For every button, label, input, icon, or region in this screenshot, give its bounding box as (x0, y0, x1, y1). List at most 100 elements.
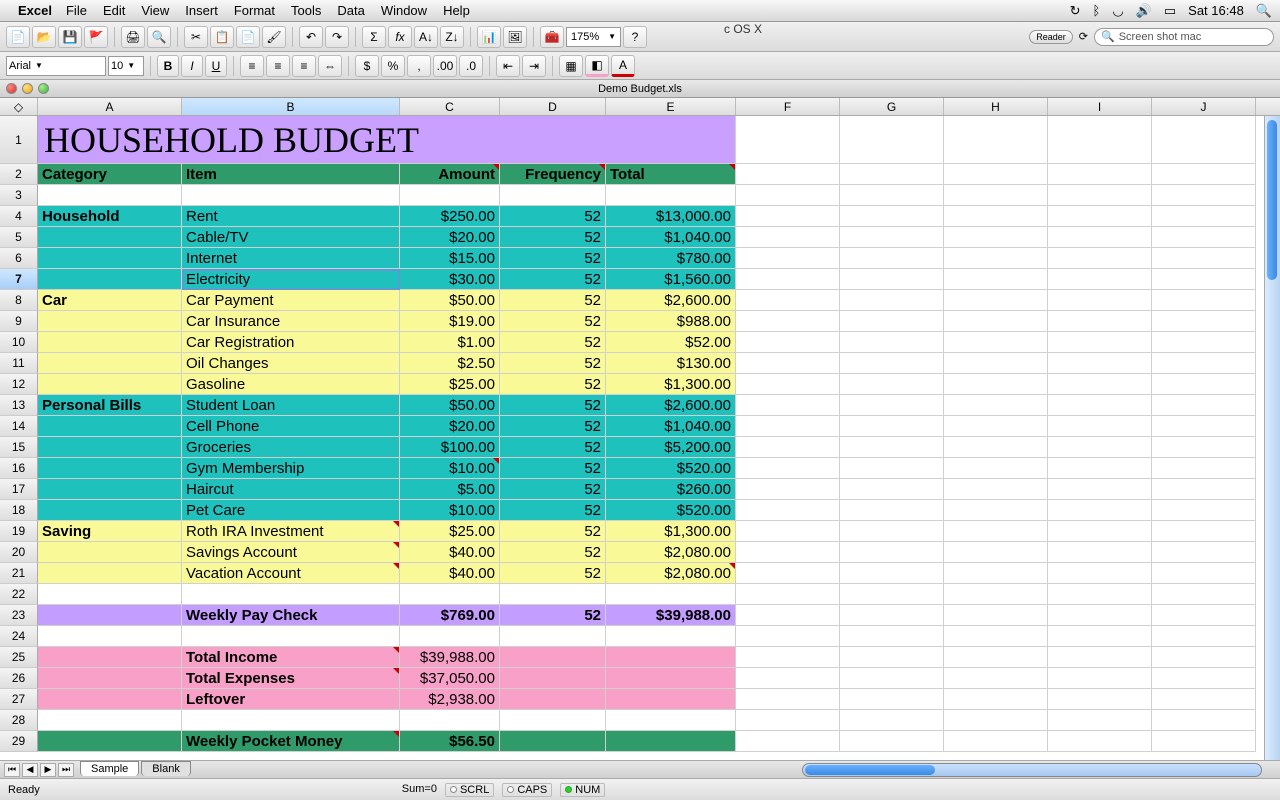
cell[interactable] (736, 374, 840, 395)
menu-insert[interactable]: Insert (185, 3, 218, 18)
increase-indent-button[interactable]: ⇥ (522, 55, 546, 77)
cell[interactable] (1048, 647, 1152, 668)
cell[interactable] (736, 164, 840, 185)
cell[interactable] (38, 668, 182, 689)
cell[interactable] (1152, 647, 1256, 668)
cell[interactable]: $1,300.00 (606, 374, 736, 395)
cell[interactable] (944, 206, 1048, 227)
cell[interactable] (182, 626, 400, 647)
cell[interactable] (1048, 227, 1152, 248)
cell[interactable] (1152, 584, 1256, 605)
menu-format[interactable]: Format (234, 3, 275, 18)
row-header[interactable]: 3 (0, 185, 38, 206)
cell[interactable] (944, 227, 1048, 248)
cell[interactable] (1152, 248, 1256, 269)
cell[interactable] (1152, 521, 1256, 542)
cell[interactable] (736, 290, 840, 311)
cell[interactable] (500, 731, 606, 752)
cell[interactable] (1152, 227, 1256, 248)
cell[interactable] (840, 395, 944, 416)
cell[interactable] (1152, 116, 1256, 164)
cell[interactable]: Rent (182, 206, 400, 227)
cell[interactable] (38, 353, 182, 374)
cell[interactable] (736, 731, 840, 752)
cell[interactable] (840, 269, 944, 290)
menu-data[interactable]: Data (337, 3, 364, 18)
cell[interactable]: Amount (400, 164, 500, 185)
cell[interactable]: $2,080.00 (606, 542, 736, 563)
cell[interactable] (944, 500, 1048, 521)
cell[interactable] (1152, 311, 1256, 332)
cell[interactable] (38, 374, 182, 395)
currency-button[interactable]: $ (355, 55, 379, 77)
minimize-window-button[interactable] (22, 83, 33, 94)
menu-edit[interactable]: Edit (103, 3, 125, 18)
cell[interactable]: 52 (500, 269, 606, 290)
cell[interactable] (840, 605, 944, 626)
cell[interactable] (1152, 437, 1256, 458)
cell[interactable]: $520.00 (606, 500, 736, 521)
cell[interactable] (944, 416, 1048, 437)
cell[interactable] (944, 521, 1048, 542)
cell[interactable] (1048, 311, 1152, 332)
cell[interactable] (1152, 290, 1256, 311)
cell[interactable]: $10.00 (400, 458, 500, 479)
cell[interactable] (38, 689, 182, 710)
cell[interactable]: $2,080.00 (606, 563, 736, 584)
cell[interactable] (840, 311, 944, 332)
row-header[interactable]: 28 (0, 710, 38, 731)
cell[interactable]: 52 (500, 416, 606, 437)
row-header[interactable]: 16 (0, 458, 38, 479)
cell[interactable]: Category (38, 164, 182, 185)
cell[interactable]: 52 (500, 521, 606, 542)
cell[interactable]: Item (182, 164, 400, 185)
cell[interactable] (1048, 185, 1152, 206)
cell[interactable]: 52 (500, 542, 606, 563)
cell[interactable] (1048, 668, 1152, 689)
percent-button[interactable]: % (381, 55, 405, 77)
cell[interactable] (1048, 290, 1152, 311)
cell[interactable] (38, 227, 182, 248)
cell[interactable] (944, 563, 1048, 584)
tab-nav-next[interactable]: ▶ (40, 763, 56, 777)
cell[interactable] (38, 563, 182, 584)
col-header-h[interactable]: H (944, 98, 1048, 115)
cell[interactable] (1152, 206, 1256, 227)
font-size-select[interactable]: 10 ▼ (108, 56, 144, 76)
cell[interactable]: $13,000.00 (606, 206, 736, 227)
cell[interactable] (944, 332, 1048, 353)
col-header-f[interactable]: F (736, 98, 840, 115)
zoom-select[interactable]: 175% ▼ (566, 27, 621, 47)
cell[interactable] (500, 185, 606, 206)
row-header[interactable]: 24 (0, 626, 38, 647)
cell[interactable] (400, 584, 500, 605)
cell[interactable]: 52 (500, 500, 606, 521)
cell[interactable]: $1,560.00 (606, 269, 736, 290)
cell[interactable] (944, 311, 1048, 332)
cell[interactable] (1152, 479, 1256, 500)
cell[interactable] (840, 479, 944, 500)
cell[interactable] (1048, 269, 1152, 290)
cell[interactable] (38, 479, 182, 500)
cell[interactable] (182, 710, 400, 731)
copy-button[interactable]: 📋 (210, 26, 234, 48)
cell[interactable] (840, 689, 944, 710)
tab-nav-prev[interactable]: ◀ (22, 763, 38, 777)
cell[interactable] (840, 227, 944, 248)
cell[interactable]: 52 (500, 332, 606, 353)
cell[interactable] (840, 731, 944, 752)
col-header-b[interactable]: B (182, 98, 400, 115)
cell[interactable] (1048, 374, 1152, 395)
search-input[interactable]: 🔍 Screen shot mac (1094, 28, 1274, 46)
spotlight-icon[interactable]: 🔍 (1256, 3, 1272, 19)
cell[interactable]: 52 (500, 227, 606, 248)
cell[interactable] (944, 668, 1048, 689)
cell[interactable]: $1,040.00 (606, 227, 736, 248)
cell[interactable] (1152, 332, 1256, 353)
cell[interactable]: 52 (500, 206, 606, 227)
cell[interactable] (840, 500, 944, 521)
tab-nav-first[interactable]: ⏮ (4, 763, 20, 777)
undo-button[interactable]: ↶ (299, 26, 323, 48)
cell[interactable] (840, 710, 944, 731)
cell[interactable]: Cable/TV (182, 227, 400, 248)
